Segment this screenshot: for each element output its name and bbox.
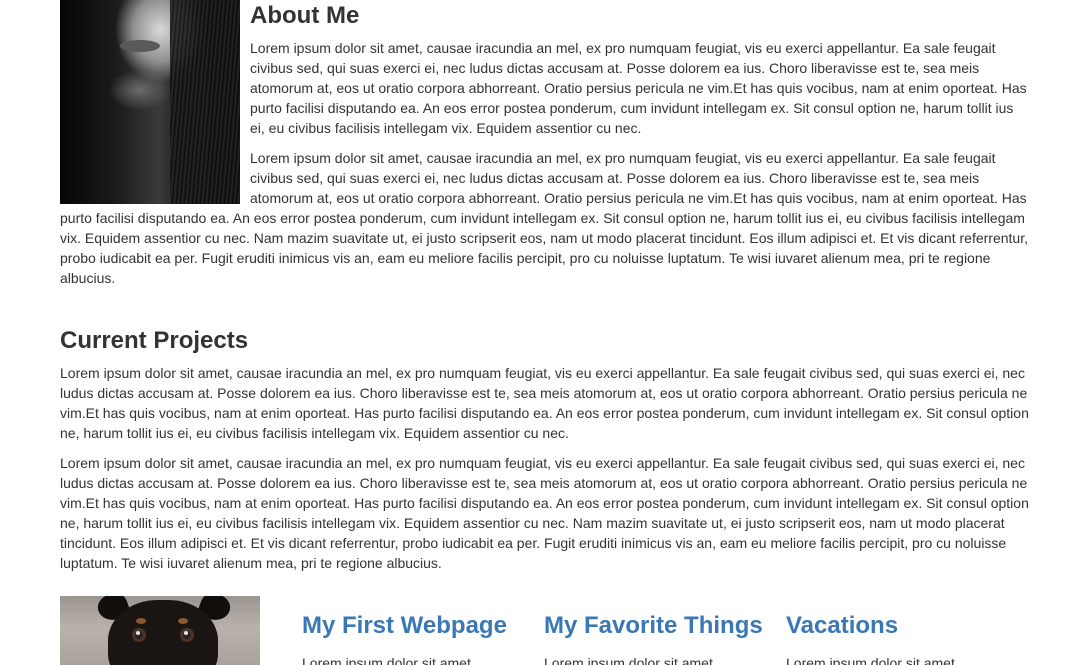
project-card-first-webpage: My First Webpage Lorem ipsum dolor sit a…: [302, 596, 532, 665]
project-link-vacations[interactable]: Vacations: [786, 596, 1016, 641]
project-card-text: Lorem ipsum dolor sit amet,: [786, 655, 959, 665]
projects-section: Current Projects Lorem ipsum dolor sit a…: [60, 326, 1030, 604]
project-thumbnails: My First Webpage Lorem ipsum dolor sit a…: [60, 596, 1030, 665]
project-card-text: Lorem ipsum dolor sit amet,: [544, 655, 717, 665]
dog-photo: [60, 596, 260, 665]
project-card-text: Lorem ipsum dolor sit amet,: [302, 655, 475, 665]
projects-paragraph-1: Lorem ipsum dolor sit amet, causae iracu…: [60, 365, 1029, 441]
projects-paragraph-2: Lorem ipsum dolor sit amet, causae iracu…: [60, 455, 1029, 571]
project-card-vacations: Vacations Lorem ipsum dolor sit amet,: [786, 596, 1016, 665]
project-link-favorite-things[interactable]: My Favorite Things: [544, 596, 774, 641]
page-content: About Me Lorem ipsum dolor sit amet, cau…: [60, 0, 1030, 665]
projects-heading: Current Projects: [60, 327, 249, 354]
profile-photo: [60, 0, 240, 204]
project-card-favorite-things: My Favorite Things Lorem ipsum dolor sit…: [544, 596, 774, 665]
project-link-first-webpage[interactable]: My First Webpage: [302, 596, 532, 641]
about-section: About Me Lorem ipsum dolor sit amet, cau…: [60, 0, 1030, 298]
